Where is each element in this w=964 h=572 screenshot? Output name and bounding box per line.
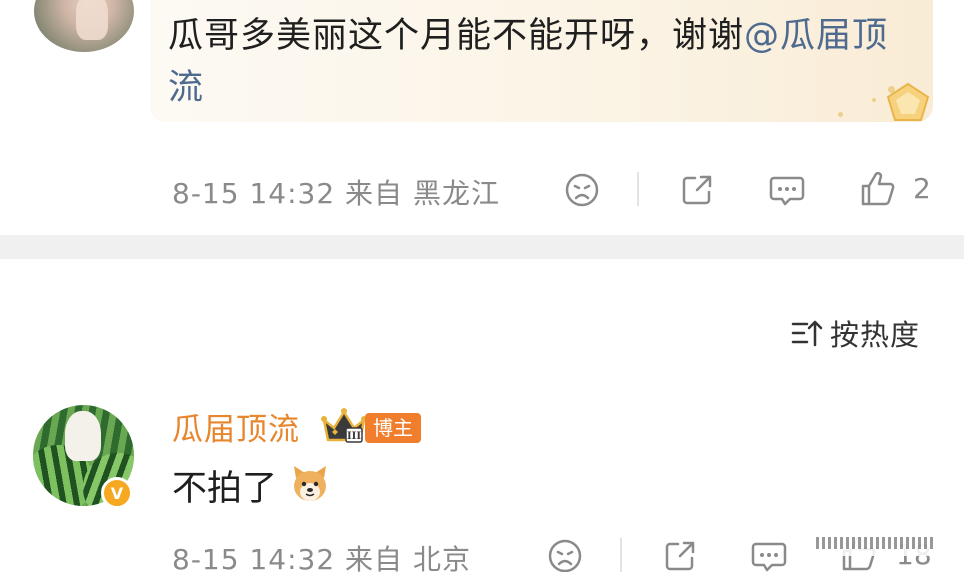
like-button[interactable]	[857, 168, 899, 210]
sparkle-decoration	[872, 98, 876, 102]
level-text: III	[347, 431, 361, 442]
share-button[interactable]	[659, 536, 701, 572]
author-tag: 博主	[365, 413, 421, 443]
dislike-button[interactable]	[544, 536, 586, 572]
share-icon	[682, 175, 712, 205]
sparkle-decoration	[838, 112, 843, 117]
comment-meta: 8-15 14:32 来自 北京	[172, 543, 471, 572]
comment-text: 不拍了	[172, 469, 278, 509]
comment-button[interactable]	[748, 536, 790, 572]
dislike-button[interactable]	[561, 170, 603, 210]
sort-label: 按热度	[830, 318, 921, 352]
share-icon	[665, 541, 695, 571]
sort-icon	[791, 320, 823, 347]
dislike-face-icon	[565, 173, 599, 207]
divider	[637, 172, 639, 206]
share-button[interactable]	[676, 170, 718, 210]
sort-by-hot-button[interactable]: 按热度	[790, 312, 920, 354]
dog-emoji-icon	[294, 466, 326, 501]
commenter-avatar[interactable]	[34, 0, 134, 52]
comment-meta: 8-15 14:32 来自 黑龙江	[172, 177, 500, 210]
like-count: 2	[913, 172, 931, 205]
gem-badge-icon	[886, 82, 930, 121]
comment-text: 瓜哥多美丽这个月能不能开呀，谢谢@瓜届顶流	[168, 10, 908, 114]
crown-icon: III	[321, 408, 367, 443]
dislike-face-icon	[548, 539, 582, 572]
thumbs-up-icon	[861, 172, 895, 206]
username[interactable]: 瓜届顶流	[172, 404, 300, 449]
comment-button[interactable]	[766, 170, 808, 210]
section-separator	[0, 235, 964, 259]
comment-icon	[751, 542, 787, 572]
comment-icon	[769, 176, 805, 206]
verified-v-icon: V	[101, 477, 133, 509]
comment-body: 瓜哥多美丽这个月能不能开呀，谢谢	[168, 16, 745, 56]
divider	[620, 538, 622, 572]
watermark	[810, 530, 958, 556]
